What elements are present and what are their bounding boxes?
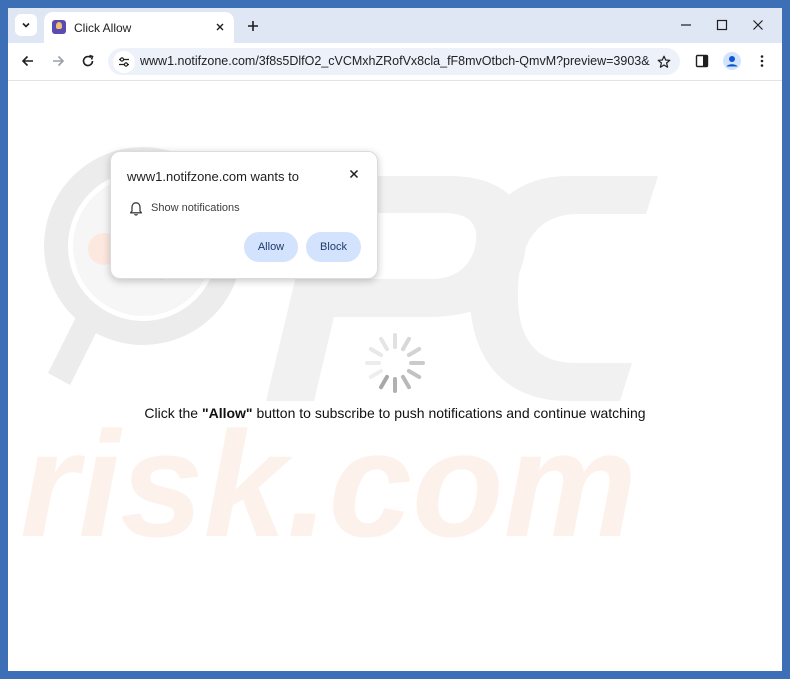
- plus-icon: [248, 21, 258, 31]
- reload-button[interactable]: [76, 49, 100, 73]
- url-text[interactable]: www1.notifzone.com/3f8s5DlfO2_cVCMxhZRof…: [140, 54, 650, 68]
- tune-icon: [119, 57, 129, 67]
- tab-close-button[interactable]: [210, 17, 230, 37]
- reload-icon: [82, 54, 94, 67]
- browser-window: Click Allow www1.notifzone.com/3f8s5DlfO…: [8, 8, 782, 671]
- back-button[interactable]: [16, 49, 40, 73]
- tab-title: Click Allow: [74, 21, 132, 35]
- page-content: risk.com Click the "Allow" button to sub…: [8, 81, 782, 671]
- allow-button[interactable]: Allow: [244, 232, 298, 262]
- message-prefix: Click the: [144, 405, 202, 421]
- avatar-icon: [723, 52, 741, 70]
- side-panel-icon: [695, 54, 709, 68]
- bell-icon: [129, 202, 143, 216]
- close-icon: [216, 23, 224, 31]
- close-icon: [349, 169, 359, 179]
- notification-permission-dialog: www1.notifzone.com wants to Show notific…: [110, 151, 378, 279]
- message-emphasis: "Allow": [201, 405, 253, 421]
- menu-button[interactable]: [750, 49, 774, 73]
- permission-label: Show notifications: [151, 202, 240, 214]
- minimize-icon: [681, 24, 691, 26]
- instruction-message: Click the "Allow" button to subscribe to…: [8, 405, 782, 421]
- close-icon: [753, 20, 763, 30]
- tab-search-button[interactable]: [15, 14, 37, 36]
- new-tab-button[interactable]: [242, 15, 264, 37]
- site-favicon-icon: [52, 20, 66, 34]
- maximize-icon: [716, 19, 728, 31]
- svg-text:risk.com: risk.com: [20, 400, 637, 568]
- message-suffix: button to subscribe to push notification…: [252, 405, 646, 421]
- minimize-button[interactable]: [672, 13, 700, 37]
- dialog-title: www1.notifzone.com wants to: [127, 169, 299, 184]
- bookmark-button[interactable]: [653, 51, 675, 73]
- title-bar: Click Allow: [8, 8, 782, 43]
- more-vert-icon: [760, 55, 764, 67]
- side-panel-button[interactable]: [690, 49, 714, 73]
- chevron-down-icon: [22, 22, 30, 28]
- navigation-toolbar: www1.notifzone.com/3f8s5DlfO2_cVCMxhZRof…: [8, 43, 782, 81]
- dialog-close-button[interactable]: [345, 165, 363, 183]
- address-bar[interactable]: www1.notifzone.com/3f8s5DlfO2_cVCMxhZRof…: [108, 48, 680, 75]
- arrow-left-icon: [21, 55, 33, 67]
- site-info-button[interactable]: [113, 51, 135, 73]
- forward-button[interactable]: [46, 49, 70, 73]
- loading-spinner: [365, 333, 425, 393]
- arrow-right-icon: [53, 55, 65, 67]
- block-button[interactable]: Block: [306, 232, 361, 262]
- close-window-button[interactable]: [744, 13, 772, 37]
- profile-button[interactable]: [720, 49, 744, 73]
- star-icon: [657, 55, 671, 68]
- maximize-button[interactable]: [708, 13, 736, 37]
- active-tab[interactable]: Click Allow: [44, 12, 234, 43]
